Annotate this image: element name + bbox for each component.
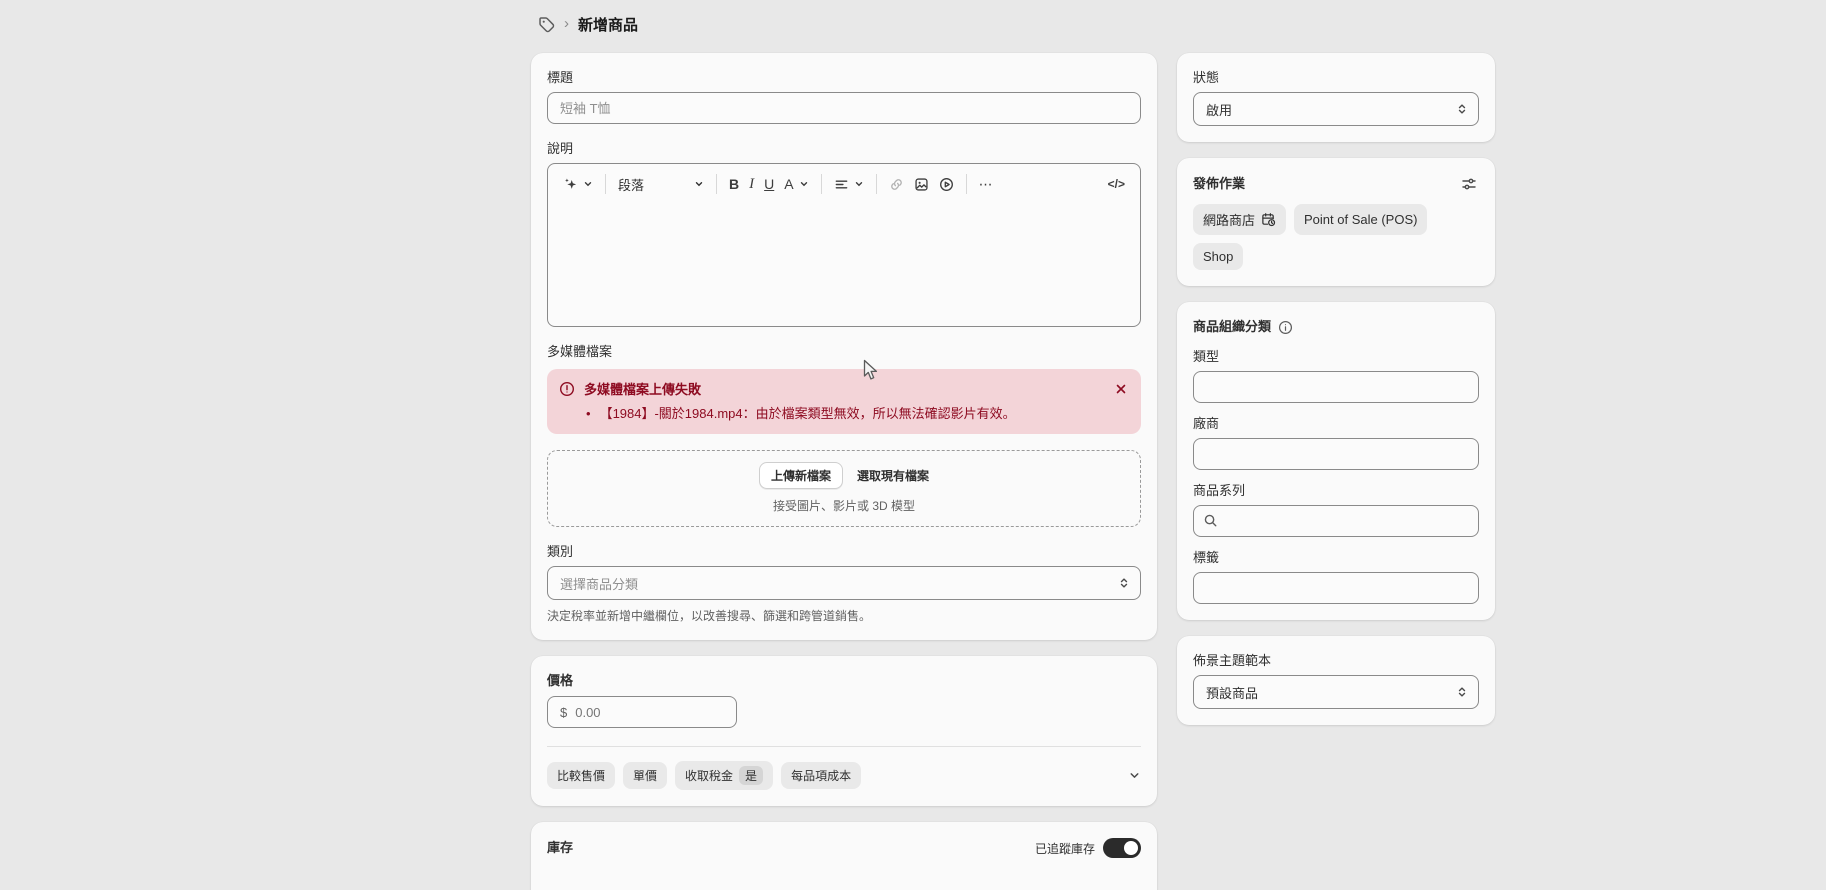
media-dropzone[interactable]: 上傳新檔案 選取現有檔案 接受圖片、影片或 3D 模型 xyxy=(547,450,1141,527)
channel-label: Point of Sale (POS) xyxy=(1304,212,1417,227)
type-label: 類型 xyxy=(1193,348,1479,366)
organization-title: 商品組織分類 xyxy=(1193,318,1271,336)
ai-sparkle-button[interactable] xyxy=(558,173,598,196)
category-help-text: 決定稅率並新增中繼欄位，以改善搜尋、篩選和跨管道銷售。 xyxy=(547,608,1141,624)
editor-content[interactable] xyxy=(548,204,1140,326)
currency-prefix: $ xyxy=(560,705,567,720)
error-title: 多媒體檔案上傳失敗 xyxy=(584,379,701,398)
pricing-title: 價格 xyxy=(547,672,1141,690)
bullet: • xyxy=(586,405,591,422)
underline-button[interactable]: U xyxy=(759,173,779,195)
channel-shop: Shop xyxy=(1193,243,1243,270)
page-title: 新增商品 xyxy=(578,14,638,35)
channel-label: Shop xyxy=(1203,249,1233,264)
channel-label: 網路商店 xyxy=(1203,210,1255,229)
status-card: 狀態 啟用 xyxy=(1177,53,1495,142)
main-column: 標題 說明 段落 xyxy=(531,53,1157,890)
category-placeholder: 選擇商品分類 xyxy=(560,574,638,593)
tag-icon[interactable] xyxy=(538,16,555,33)
bold-button[interactable]: B xyxy=(724,173,744,195)
toolbar-divider xyxy=(966,174,967,194)
editor-toolbar: 段落 B I U A xyxy=(548,164,1140,204)
track-inventory-toggle[interactable] xyxy=(1103,838,1141,858)
inventory-title: 庫存 xyxy=(547,839,573,857)
toolbar-divider xyxy=(716,174,717,194)
rich-text-editor: 段落 B I U A xyxy=(547,163,1141,327)
breadcrumb: › 新增商品 xyxy=(538,11,638,37)
alignment-button[interactable] xyxy=(829,173,869,196)
add-product-page: › 新增商品 標題 說明 段 xyxy=(0,0,1826,890)
product-organization-card: 商品組織分類 類型 廠商 商品系列 xyxy=(1177,302,1495,620)
sales-channels: 網路商店 Point of Sale (POS) Shop xyxy=(1193,204,1479,270)
media-upload-error-banner: 多媒體檔案上傳失敗 • 【1984】-關於1984.mp4：由於檔案類型無效，所… xyxy=(547,369,1141,434)
product-details-card: 標題 說明 段落 xyxy=(531,53,1157,640)
channel-online-store: 網路商店 xyxy=(1193,204,1286,235)
category-label: 類別 xyxy=(547,543,1141,561)
vendor-label: 廠商 xyxy=(1193,415,1479,433)
inventory-card: 庫存 已追蹤庫存 xyxy=(531,822,1157,890)
pricing-card: 價格 $ 比較售價 單價 收取稅金 是 每品項成本 xyxy=(531,656,1157,806)
tags-input[interactable] xyxy=(1193,572,1479,604)
sliders-icon[interactable] xyxy=(1459,174,1479,194)
channel-pos: Point of Sale (POS) xyxy=(1294,204,1427,235)
publishing-card: 發佈作業 網路商店 Point of Sale ( xyxy=(1177,158,1495,286)
select-chevron-icon xyxy=(1456,686,1468,698)
type-input[interactable] xyxy=(1193,371,1479,403)
text-color-button[interactable]: A xyxy=(779,173,813,195)
status-label: 狀態 xyxy=(1193,69,1479,87)
status-value: 啟用 xyxy=(1206,100,1232,119)
track-inventory-label: 已追蹤庫存 xyxy=(1035,840,1095,857)
select-chevron-icon xyxy=(1456,103,1468,115)
vendor-input[interactable] xyxy=(1193,438,1479,470)
more-options-icon[interactable]: ⋯ xyxy=(974,173,998,195)
search-icon xyxy=(1203,513,1218,528)
calendar-clock-icon[interactable] xyxy=(1261,212,1276,227)
charge-tax-chip[interactable]: 收取稅金 是 xyxy=(675,761,773,790)
video-icon[interactable] xyxy=(934,173,959,196)
theme-template-select[interactable]: 預設商品 xyxy=(1193,675,1479,709)
media-label: 多媒體檔案 xyxy=(547,343,1141,361)
price-input[interactable] xyxy=(573,704,724,721)
charge-tax-value: 是 xyxy=(739,766,763,785)
toolbar-divider xyxy=(605,174,606,194)
title-input[interactable] xyxy=(547,92,1141,124)
compare-at-price-chip[interactable]: 比較售價 xyxy=(547,762,615,789)
paragraph-style-value: 段落 xyxy=(618,175,644,194)
status-select[interactable]: 啟用 xyxy=(1193,92,1479,126)
info-icon[interactable] xyxy=(1278,320,1293,335)
chevron-down-icon[interactable] xyxy=(1128,769,1141,782)
charge-tax-label: 收取稅金 xyxy=(685,767,733,784)
warning-icon xyxy=(559,381,575,397)
theme-template-value: 預設商品 xyxy=(1206,683,1258,702)
image-icon[interactable] xyxy=(909,173,934,196)
price-field: $ xyxy=(547,696,737,728)
cost-per-item-chip[interactable]: 每品項成本 xyxy=(781,762,861,789)
publishing-title: 發佈作業 xyxy=(1193,175,1245,193)
category-select[interactable]: 選擇商品分類 xyxy=(547,566,1141,600)
link-icon[interactable] xyxy=(884,173,909,196)
toolbar-divider xyxy=(876,174,877,194)
select-existing-file-link[interactable]: 選取現有檔案 xyxy=(857,467,929,484)
theme-template-label: 佈景主題範本 xyxy=(1193,652,1479,670)
select-chevron-icon xyxy=(1118,577,1130,589)
close-icon[interactable] xyxy=(1113,381,1129,397)
error-detail: 【1984】-關於1984.mp4：由於檔案類型無效，所以無法確認影片有效。 xyxy=(600,405,1016,422)
upload-new-file-button[interactable]: 上傳新檔案 xyxy=(759,462,843,489)
italic-button[interactable]: I xyxy=(744,173,759,195)
paragraph-style-select[interactable]: 段落 xyxy=(613,171,709,198)
description-label: 說明 xyxy=(547,140,1141,158)
title-label: 標題 xyxy=(547,69,1141,87)
collections-input[interactable] xyxy=(1193,505,1479,537)
tags-label: 標籤 xyxy=(1193,549,1479,567)
code-view-icon[interactable]: </> xyxy=(1103,173,1130,195)
chevron-right-icon: › xyxy=(564,16,569,31)
accepted-formats-hint: 接受圖片、影片或 3D 模型 xyxy=(558,497,1130,514)
sidebar-column: 狀態 啟用 發佈作業 網路商店 xyxy=(1177,53,1495,725)
collections-label: 商品系列 xyxy=(1193,482,1479,500)
theme-template-card: 佈景主題範本 預設商品 xyxy=(1177,636,1495,725)
toolbar-divider xyxy=(821,174,822,194)
unit-price-chip[interactable]: 單價 xyxy=(623,762,667,789)
pricing-options-row: 比較售價 單價 收取稅金 是 每品項成本 xyxy=(547,746,1141,790)
